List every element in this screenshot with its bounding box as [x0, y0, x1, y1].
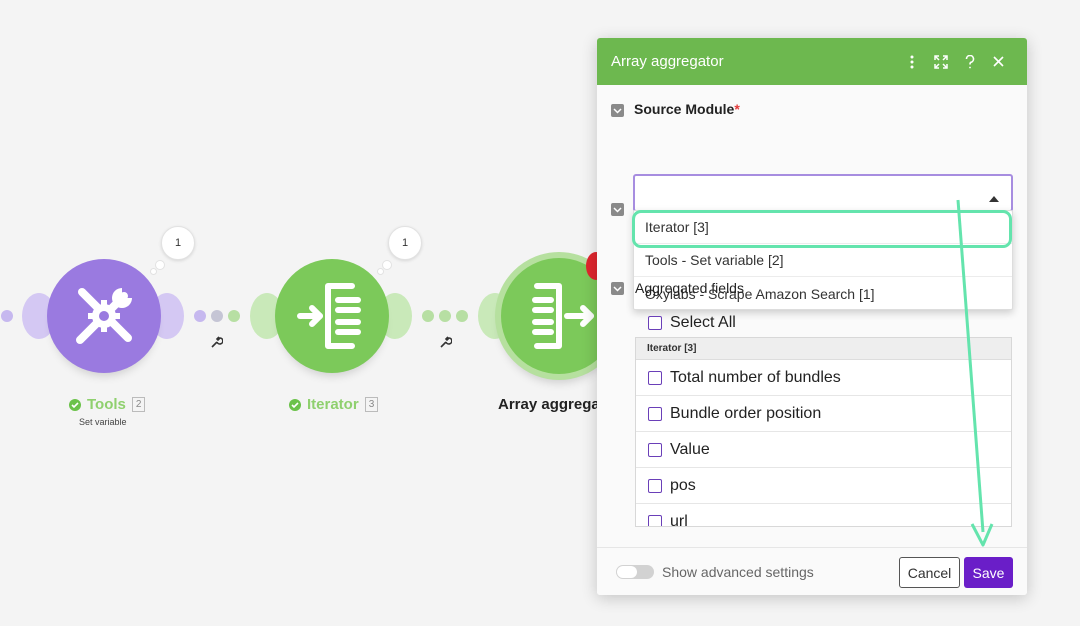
cancel-button[interactable]: Cancel: [899, 557, 960, 588]
collapse-toggle-icon[interactable]: [611, 282, 624, 295]
aggregated-fields-list: Iterator [3] Total number of bundles Bun…: [635, 337, 1012, 527]
bubble-tail: [377, 268, 384, 275]
checkbox[interactable]: [648, 406, 662, 421]
field-label: Total number of bundles: [670, 368, 841, 386]
field-label: url: [670, 512, 688, 527]
connector-dot: [194, 310, 206, 322]
wrench-icon[interactable]: [211, 335, 224, 353]
advanced-settings-toggle[interactable]: [616, 565, 654, 579]
array-aggregator-icon: [521, 278, 597, 354]
array-aggregator-node-label: Array aggrega: [498, 396, 600, 413]
field-checkbox-row[interactable]: Bundle order position: [636, 396, 1011, 432]
expand-icon[interactable]: [926, 38, 955, 85]
operations-count-bubble[interactable]: 1: [161, 226, 195, 260]
node-index: 3: [364, 397, 379, 412]
source-module-label: Source Module*: [634, 101, 740, 117]
select-all-label: Select All: [670, 314, 736, 331]
node-name: Array aggrega: [498, 396, 600, 413]
bubble-tail: [382, 260, 392, 270]
iterator-node-label: Iterator 3: [289, 396, 379, 413]
node-subtitle: Set variable: [79, 417, 127, 427]
connector-dot: [228, 310, 240, 322]
field-label: Value: [670, 440, 710, 458]
field-checkbox-row[interactable]: Value: [636, 432, 1011, 468]
tools-module-node[interactable]: [47, 259, 161, 373]
collapse-toggle-icon[interactable]: [611, 203, 624, 216]
advanced-settings-label: Show advanced settings: [662, 564, 814, 580]
operations-count-bubble[interactable]: 1: [388, 226, 422, 260]
aggregated-fields-label: Aggregated fields: [635, 280, 744, 296]
checkbox[interactable]: [648, 514, 662, 526]
source-module-select[interactable]: [633, 174, 1013, 212]
success-check-icon: [69, 398, 81, 411]
close-icon[interactable]: [984, 38, 1013, 85]
more-vertical-icon[interactable]: [897, 38, 926, 85]
panel-title: Array aggregator: [611, 53, 724, 70]
connector-dot: [439, 310, 451, 322]
wrench-icon[interactable]: [440, 335, 453, 353]
checkbox[interactable]: [648, 478, 662, 493]
module-settings-panel: Array aggregator Source Module* Iterator…: [597, 38, 1027, 595]
panel-footer: Show advanced settings Cancel Save: [597, 547, 1027, 595]
dropdown-option[interactable]: Iterator [3]: [634, 211, 1012, 244]
panel-header: Array aggregator: [597, 38, 1027, 85]
select-all-checkbox[interactable]: Select All: [648, 314, 736, 332]
required-mark: *: [734, 101, 740, 117]
help-icon[interactable]: [955, 38, 984, 85]
caret-up-icon: [989, 189, 999, 207]
iterator-icon: [294, 278, 370, 354]
node-name: Iterator: [307, 396, 359, 413]
connector-dot: [211, 310, 223, 322]
connector-dot: [422, 310, 434, 322]
checkbox[interactable]: [648, 442, 662, 457]
field-checkbox-row[interactable]: pos: [636, 468, 1011, 504]
bubble-tail: [150, 268, 157, 275]
checkbox[interactable]: [648, 316, 662, 330]
iterator-module-node[interactable]: [275, 259, 389, 373]
save-button[interactable]: Save: [964, 557, 1013, 588]
dropdown-option[interactable]: Tools - Set variable [2]: [634, 244, 1012, 277]
tools-node-label: Tools 2: [69, 396, 146, 413]
connector-dot: [456, 310, 468, 322]
node-index: 2: [131, 397, 146, 412]
field-checkbox-row[interactable]: Total number of bundles: [636, 360, 1011, 396]
checkbox[interactable]: [648, 370, 662, 385]
tools-icon: [66, 278, 142, 354]
collapse-toggle-icon[interactable]: [611, 104, 624, 117]
fields-group-header: Iterator [3]: [636, 338, 1011, 360]
field-checkbox-row[interactable]: url: [636, 504, 1011, 527]
field-label: pos: [670, 476, 696, 494]
panel-body: Source Module* Iterator [3] Tools - Set …: [597, 85, 1027, 547]
success-check-icon: [289, 398, 301, 411]
bubble-tail: [155, 260, 165, 270]
node-name: Tools: [87, 396, 126, 413]
field-label: Bundle order position: [670, 404, 822, 422]
connector-dot: [1, 310, 13, 322]
